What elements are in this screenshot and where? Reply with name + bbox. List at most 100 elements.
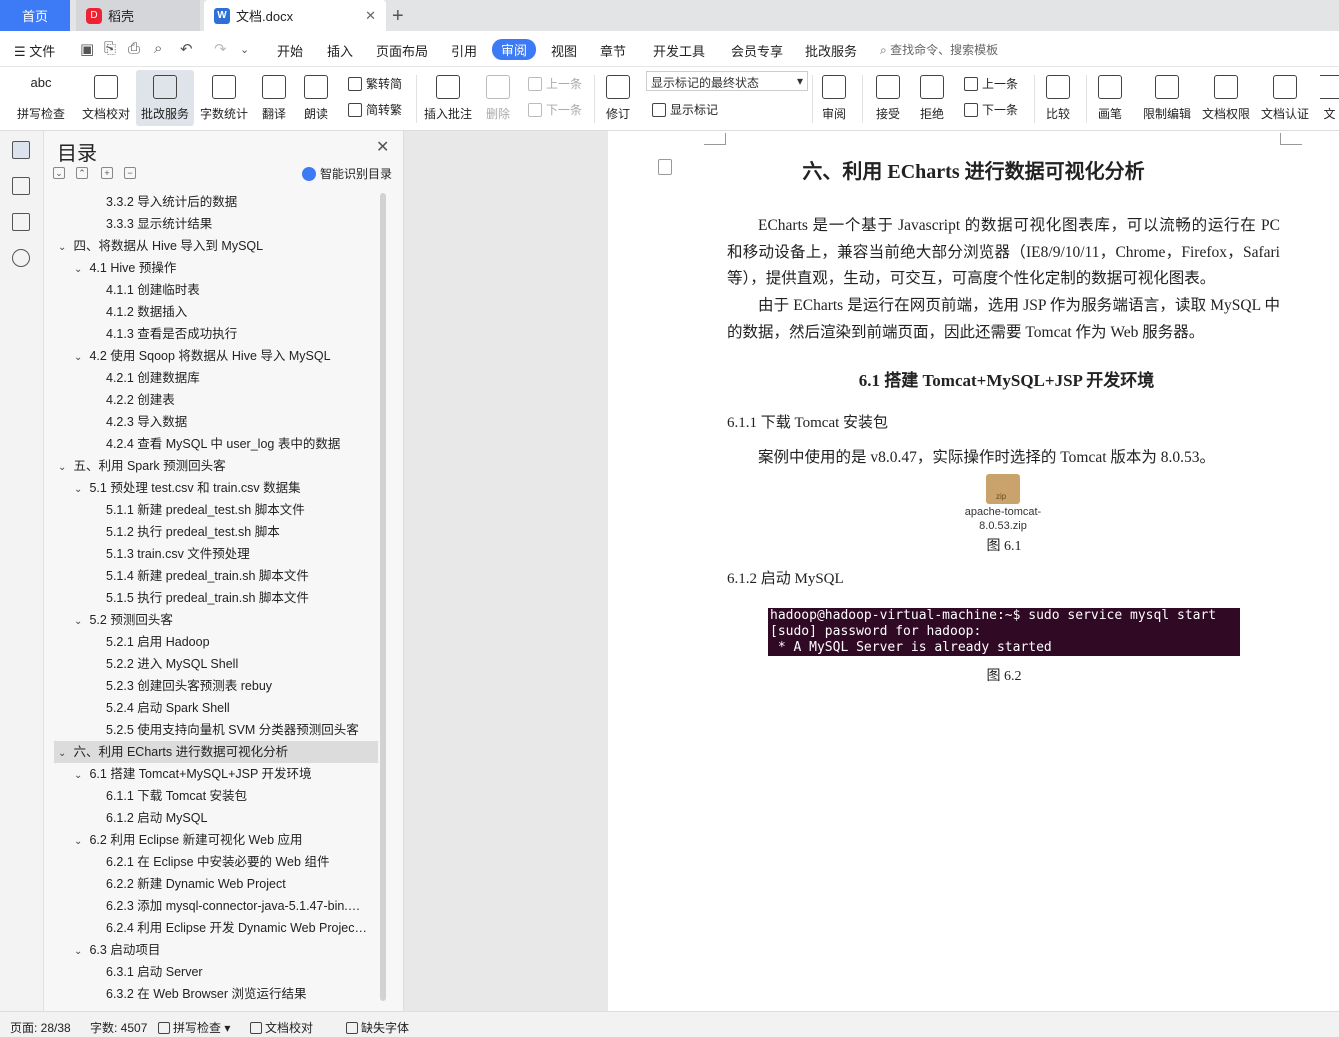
- prev-comment-button[interactable]: 上一条: [528, 75, 582, 92]
- toc-item[interactable]: 5.1.3 train.csv 文件预处理: [54, 543, 378, 565]
- menu-start[interactable]: 开始: [277, 41, 303, 60]
- preview-icon[interactable]: ⌕: [154, 40, 162, 57]
- toc-item[interactable]: 6.2.1 在 Eclipse 中安装必要的 Web 组件: [54, 851, 378, 873]
- restrict-editing-button[interactable]: 限制编辑: [1140, 70, 1194, 126]
- word-count[interactable]: 字数: 4507: [90, 1019, 147, 1036]
- tab-document[interactable]: W 文档.docx ✕: [204, 0, 386, 31]
- simp-to-trad-button[interactable]: 简转繁: [348, 101, 402, 118]
- nav-pane-icon[interactable]: [12, 177, 30, 195]
- toc-item[interactable]: ⌄ 四、将数据从 Hive 导入到 MySQL: [54, 235, 378, 257]
- toc-item[interactable]: 4.2.1 创建数据库: [54, 367, 378, 389]
- compare-button[interactable]: 比较: [1040, 70, 1076, 126]
- chevron-down-icon[interactable]: ⌄: [74, 941, 86, 961]
- toc-item[interactable]: 4.1.3 查看是否成功执行: [54, 323, 378, 345]
- toc-item[interactable]: 6.2.3 添加 mysql-connector-java-5.1.47-bin…: [54, 895, 378, 917]
- trad-to-simp-button[interactable]: 繁转简: [348, 75, 402, 92]
- export-icon[interactable]: ⎘: [104, 40, 116, 57]
- toc-panel-icon[interactable]: [12, 141, 30, 159]
- show-markup-button[interactable]: 显示标记: [652, 101, 718, 118]
- toc-item[interactable]: 3.3.2 导入统计后的数据: [54, 191, 378, 213]
- translate-button[interactable]: 翻译: [256, 70, 292, 126]
- chevron-down-icon[interactable]: ⌄: [58, 743, 70, 763]
- accept-button[interactable]: 接受: [870, 70, 906, 126]
- redo-icon[interactable]: ↷: [214, 40, 227, 58]
- next-change-button[interactable]: 下一条: [964, 101, 1018, 118]
- close-icon[interactable]: ✕: [376, 137, 389, 157]
- status-proofread[interactable]: 文档校对: [250, 1019, 313, 1036]
- toc-item[interactable]: ⌄ 6.2 利用 Eclipse 新建可视化 Web 应用: [54, 829, 378, 851]
- status-spell-check[interactable]: 拼写检查 ▾: [158, 1019, 230, 1036]
- reject-button[interactable]: 拒绝: [914, 70, 950, 126]
- search-icon[interactable]: [12, 249, 30, 267]
- delete-comment-button[interactable]: 删除: [480, 70, 516, 126]
- toc-item[interactable]: 4.1.1 创建临时表: [54, 279, 378, 301]
- menu-review[interactable]: 审阅: [492, 39, 537, 60]
- remove-heading-icon[interactable]: −: [124, 167, 136, 179]
- next-comment-button[interactable]: 下一条: [528, 101, 582, 118]
- zip-file-icon[interactable]: zip: [986, 474, 1020, 504]
- collapse-all-icon[interactable]: ⌃: [76, 167, 88, 179]
- toc-item[interactable]: 5.2.2 进入 MySQL Shell: [54, 653, 378, 675]
- quick-more-icon[interactable]: ⌄: [240, 43, 249, 56]
- toc-item[interactable]: 5.2.5 使用支持向量机 SVM 分类器预测回头客: [54, 719, 378, 741]
- tab-daoke[interactable]: D 稻壳: [76, 0, 200, 31]
- toc-item[interactable]: 3.3.3 显示统计结果: [54, 213, 378, 235]
- tab-home[interactable]: 首页: [0, 0, 70, 31]
- menu-layout[interactable]: 页面布局: [376, 41, 428, 60]
- menu-reference[interactable]: 引用: [451, 41, 477, 60]
- toc-item[interactable]: 5.1.2 执行 predeal_test.sh 脚本: [54, 521, 378, 543]
- new-tab-icon[interactable]: +: [392, 5, 404, 28]
- toc-item[interactable]: 6.2.2 新建 Dynamic Web Project: [54, 873, 378, 895]
- chevron-down-icon[interactable]: ⌄: [58, 457, 70, 477]
- toc-item[interactable]: 6.3.1 启动 Server: [54, 961, 378, 983]
- close-icon[interactable]: ✕: [365, 8, 376, 24]
- toc-item[interactable]: 5.2.4 启动 Spark Shell: [54, 697, 378, 719]
- document-cert-button[interactable]: 文档认证: [1258, 70, 1312, 126]
- pen-button[interactable]: 画笔: [1094, 70, 1126, 126]
- toc-item[interactable]: ⌄ 5.2 预测回头客: [54, 609, 378, 631]
- menu-devtools[interactable]: 开发工具: [653, 41, 705, 60]
- toc-item[interactable]: 6.1.1 下载 Tomcat 安装包: [54, 785, 378, 807]
- toc-item[interactable]: ⌄ 6.1 搭建 Tomcat+MySQL+JSP 开发环境: [54, 763, 378, 785]
- toc-item[interactable]: 6.2.4 利用 Eclipse 开发 Dynamic Web Projec…: [54, 917, 378, 939]
- status-missing-font[interactable]: 缺失字体: [346, 1019, 409, 1036]
- chevron-down-icon[interactable]: ⌄: [58, 237, 70, 257]
- add-heading-icon[interactable]: +: [101, 167, 113, 179]
- track-changes-button[interactable]: 修订: [600, 70, 636, 126]
- toc-item[interactable]: ⌄ 5.1 预处理 test.csv 和 train.csv 数据集: [54, 477, 378, 499]
- file-menu[interactable]: ☰ 文件: [14, 41, 55, 60]
- command-search[interactable]: ⌕ 查找命令、搜索模板: [880, 41, 998, 58]
- toc-item[interactable]: ⌄ 五、利用 Spark 预测回头客: [54, 455, 378, 477]
- toc-item[interactable]: 4.2.3 导入数据: [54, 411, 378, 433]
- chevron-down-icon[interactable]: ⌄: [74, 611, 86, 631]
- word-count-button[interactable]: 字数统计: [198, 70, 250, 126]
- document-rights-button[interactable]: 文档权限: [1200, 70, 1252, 126]
- more-ribbon-button[interactable]: 文: [1320, 70, 1339, 126]
- document-page[interactable]: 六、利用 ECharts 进行数据可视化分析 ECharts 是一个基于 Jav…: [608, 131, 1339, 1011]
- toc-item[interactable]: 4.2.2 创建表: [54, 389, 378, 411]
- spell-check-button[interactable]: abc 拼写检查: [10, 70, 72, 126]
- toc-item[interactable]: 5.2.3 创建回头客预测表 rebuy: [54, 675, 378, 697]
- menu-insert[interactable]: 插入: [327, 41, 353, 60]
- toc-item[interactable]: ⌄ 4.1 Hive 预操作: [54, 257, 378, 279]
- chevron-down-icon[interactable]: ⌄: [74, 479, 86, 499]
- toc-item[interactable]: ⌄ 6.3 启动项目: [54, 939, 378, 961]
- read-aloud-button[interactable]: 朗读: [300, 70, 332, 126]
- menu-view[interactable]: 视图: [551, 41, 577, 60]
- review-pane-button[interactable]: 审阅: [816, 70, 852, 126]
- proofread-button[interactable]: 文档校对: [80, 70, 132, 126]
- save-icon[interactable]: ▣: [80, 40, 94, 58]
- chevron-down-icon[interactable]: ⌄: [74, 259, 86, 279]
- chevron-down-icon[interactable]: ⌄: [74, 347, 86, 367]
- chevron-down-icon[interactable]: ⌄: [74, 831, 86, 851]
- correction-service-button[interactable]: 批改服务: [136, 70, 194, 126]
- ai-toc-button[interactable]: 智能识别目录: [302, 165, 392, 182]
- insert-comment-button[interactable]: 插入批注: [422, 70, 474, 126]
- toc-item[interactable]: ⌄ 4.2 使用 Sqoop 将数据从 Hive 导入 MySQL: [54, 345, 378, 367]
- toc-item[interactable]: 4.1.2 数据插入: [54, 301, 378, 323]
- bookmark-icon[interactable]: [12, 213, 30, 231]
- chevron-down-icon[interactable]: ⌄: [74, 765, 86, 785]
- undo-icon[interactable]: ↶: [180, 40, 193, 58]
- page-indicator[interactable]: 页面: 28/38: [10, 1019, 71, 1036]
- toc-item[interactable]: 5.1.4 新建 predeal_train.sh 脚本文件: [54, 565, 378, 587]
